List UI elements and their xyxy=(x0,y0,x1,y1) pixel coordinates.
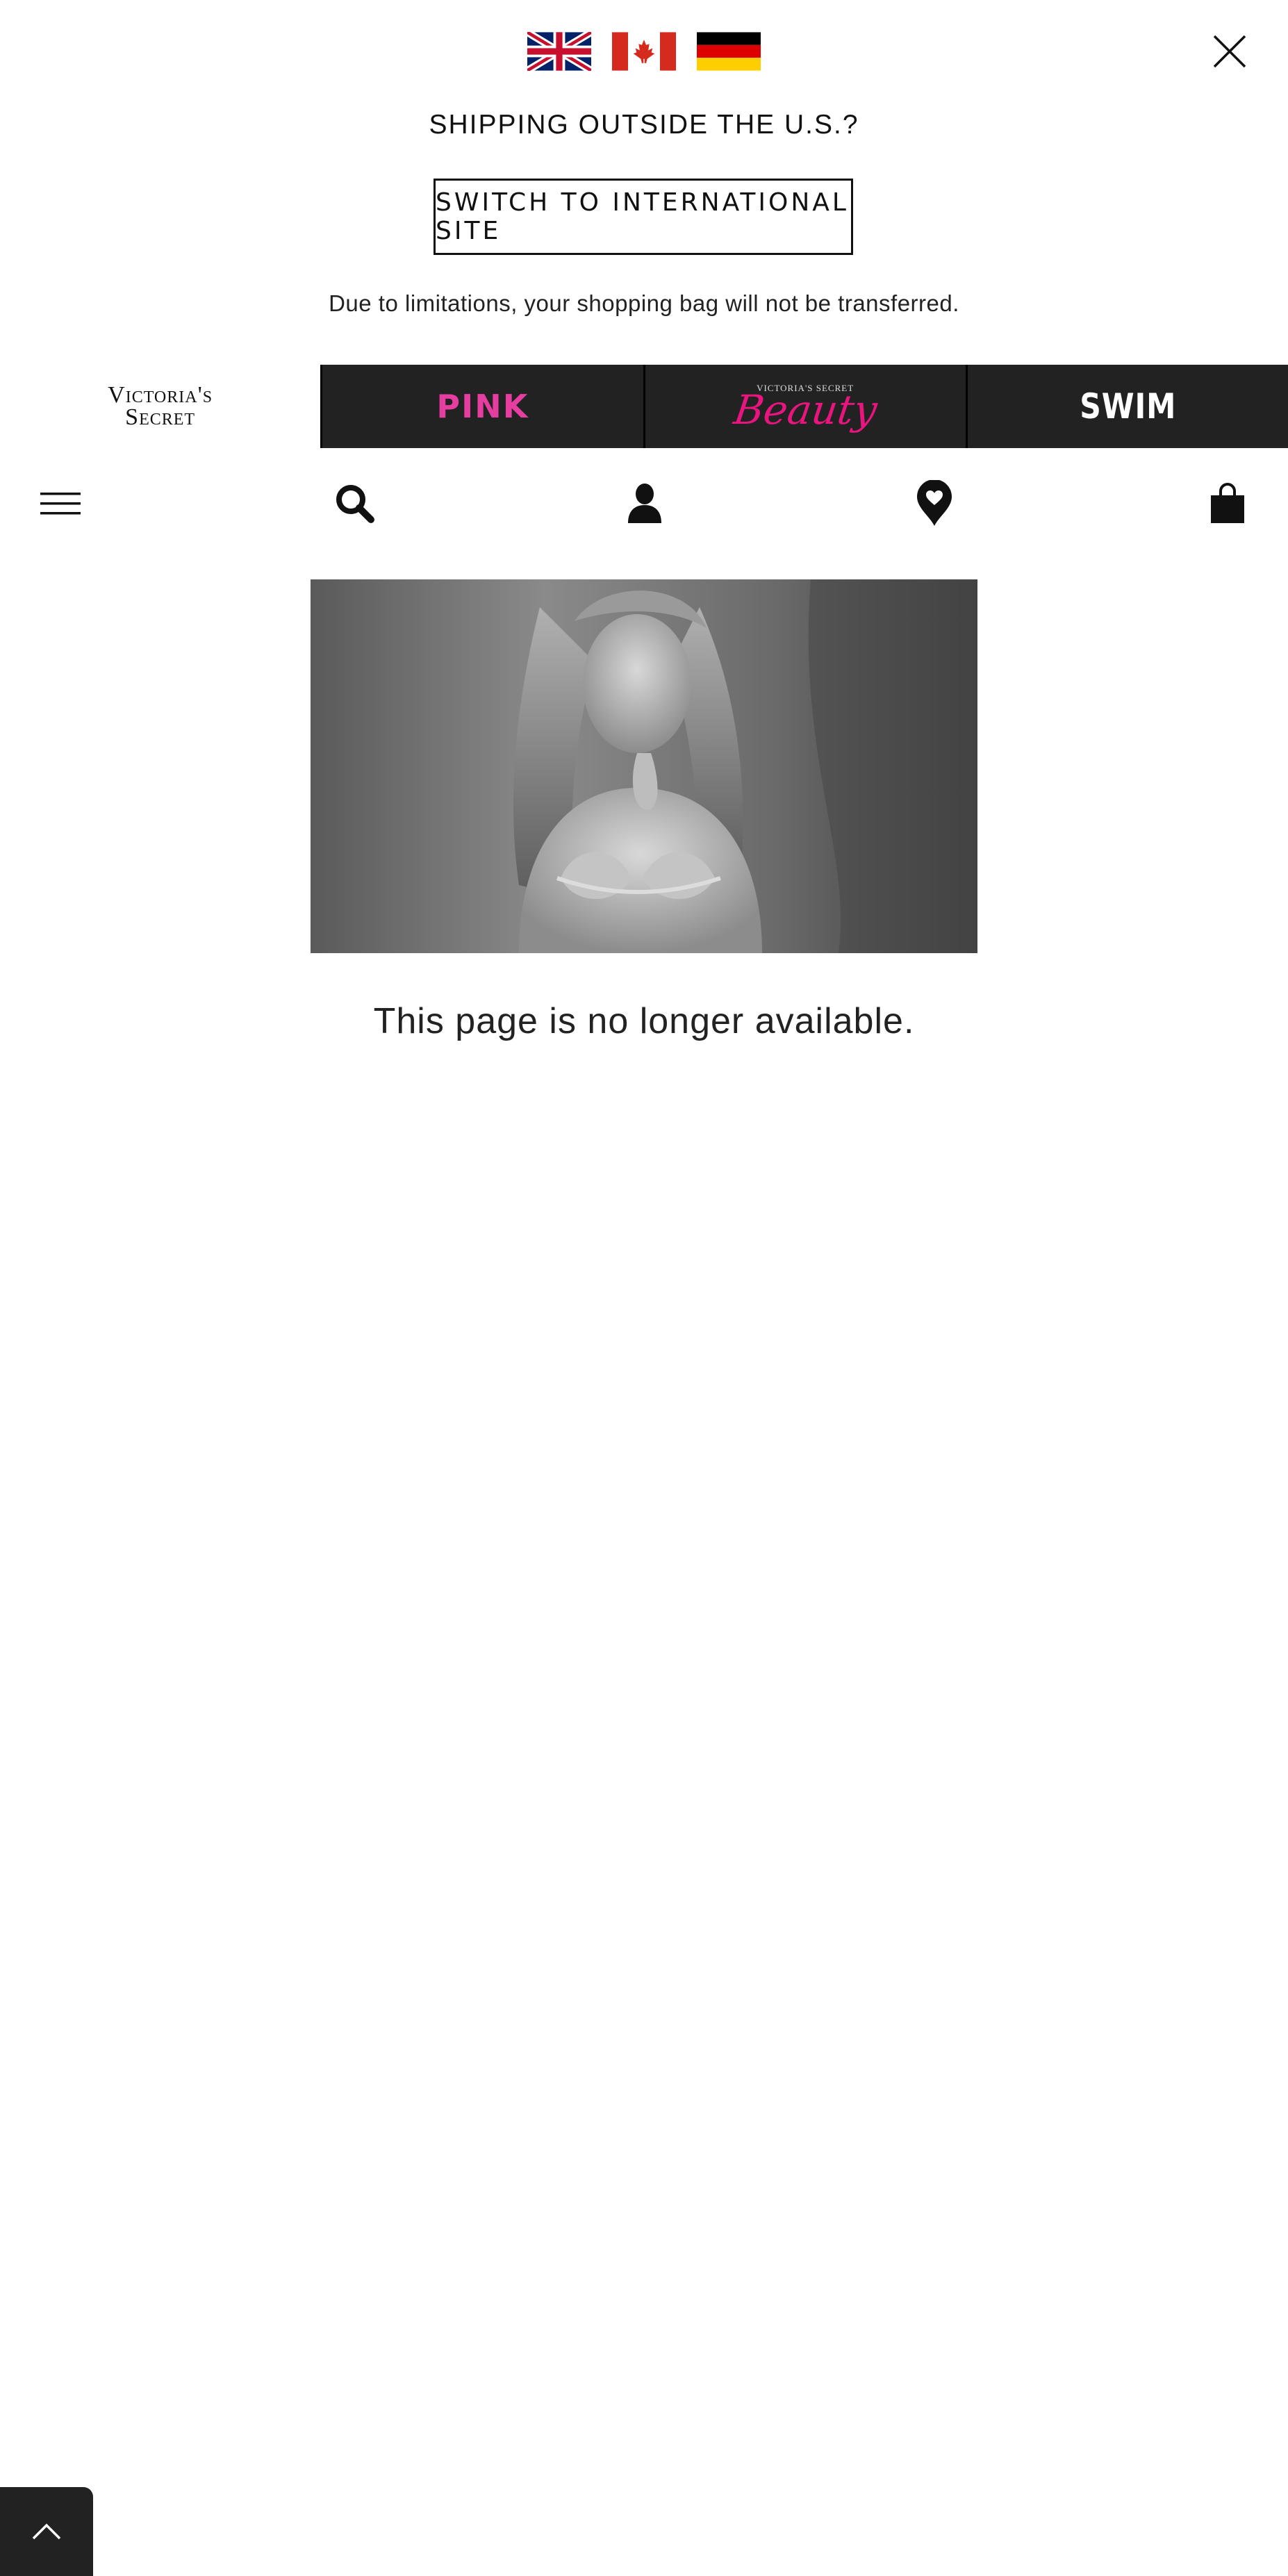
pink-logo: PINK xyxy=(436,388,529,425)
shipping-title: SHIPPING OUTSIDE THE U.S.? xyxy=(429,110,859,140)
beauty-logo: VICTORIA'S SECRET Beauty xyxy=(730,383,880,434)
germany-flag-icon[interactable] xyxy=(697,32,761,71)
menu-icon xyxy=(40,493,81,515)
beauty-logo-script: Beauty xyxy=(730,386,880,434)
account-button[interactable] xyxy=(613,472,676,535)
close-icon[interactable] xyxy=(1209,31,1250,72)
back-to-top-button[interactable] xyxy=(0,2487,93,2576)
brand-tabs: Victoria's Secret PINK VICTORIA'S SECRET… xyxy=(0,365,1288,448)
swim-logo: SWIM xyxy=(1079,386,1176,427)
shopping-bag-button[interactable] xyxy=(1196,472,1259,535)
vs-logo-line1: Victoria's xyxy=(108,382,213,408)
canada-flag-icon[interactable] xyxy=(612,32,676,71)
shopping-bag-icon xyxy=(1211,483,1244,523)
hero-image xyxy=(311,579,977,953)
tab-swim[interactable]: SWIM xyxy=(965,365,1288,448)
uk-flag-icon[interactable] xyxy=(527,32,591,71)
country-flags xyxy=(0,32,1288,71)
search-button[interactable] xyxy=(324,472,386,535)
tab-victorias-secret[interactable]: Victoria's Secret xyxy=(0,365,321,448)
account-icon xyxy=(628,484,661,523)
tab-pink[interactable]: PINK xyxy=(320,365,643,448)
vs-logo-line2: Secret xyxy=(125,404,196,430)
header-icon-row xyxy=(0,472,1288,535)
favorites-icon xyxy=(917,480,952,526)
shipping-note: Due to limitations, your shopping bag wi… xyxy=(329,290,959,316)
switch-international-button[interactable]: SWITCH TO INTERNATIONAL SITE xyxy=(434,179,853,255)
victorias-secret-logo: Victoria's Secret xyxy=(108,382,213,430)
search-icon xyxy=(336,485,374,523)
favorites-button[interactable] xyxy=(903,472,966,535)
tab-beauty[interactable]: VICTORIA'S SECRET Beauty xyxy=(643,365,966,448)
model-photo xyxy=(311,579,977,953)
menu-button[interactable] xyxy=(30,472,92,535)
chevron-up-icon xyxy=(32,2523,61,2540)
page-unavailable-message: This page is no longer available. xyxy=(373,1001,915,1041)
